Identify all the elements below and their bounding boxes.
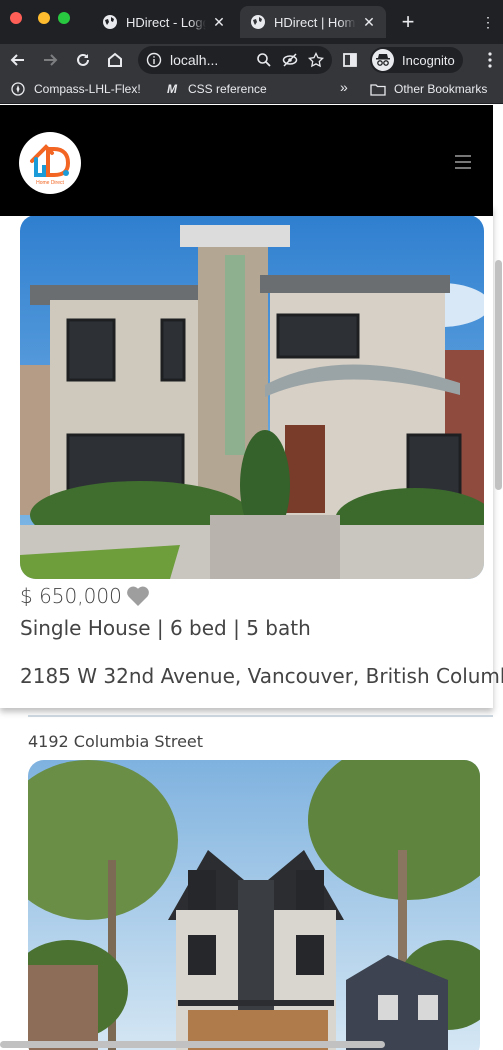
close-tab-icon[interactable]: ✕ — [362, 15, 376, 29]
other-bookmarks-label: Other Bookmarks — [394, 82, 488, 96]
compass-icon — [10, 81, 26, 97]
folder-icon — [370, 81, 386, 97]
tab-search-icon[interactable]: ⋮ — [478, 10, 498, 34]
listing-address: 4192 Columbia Street — [28, 732, 204, 751]
browser-tab-bar: HDirect - Logged ✕ HDirect | Home ✕ + ⋮ — [0, 0, 503, 44]
new-tab-button[interactable]: + — [396, 10, 420, 34]
tab-title: HDirect | Home — [274, 14, 356, 30]
maximize-window-button[interactable] — [58, 12, 70, 24]
reload-button[interactable] — [71, 48, 95, 72]
bookmark-compass[interactable]: Compass-LHL-Flex! — [10, 81, 141, 97]
browser-tab-active[interactable]: HDirect | Home ✕ — [240, 6, 386, 38]
townhouse-photo — [28, 760, 480, 1050]
globe-icon — [251, 15, 265, 29]
minimize-window-button[interactable] — [38, 12, 50, 24]
back-arrow-icon — [10, 54, 24, 66]
bookmark-css-reference[interactable]: M CSS reference — [164, 81, 267, 97]
side-panel-icon — [343, 53, 357, 67]
page-viewport: Home Direct $ 650,000 Single House | 6 b… — [0, 105, 503, 1050]
home-direct-logo[interactable]: Home Direct — [19, 132, 81, 194]
listing-card[interactable]: $ 650,000 Single House | 6 bed | 5 bath … — [0, 205, 503, 708]
home-icon — [108, 52, 122, 67]
listing-price-row: $ 650,000 — [20, 582, 150, 610]
listing-details: Single House | 6 bed | 5 bath — [20, 616, 311, 640]
listing-address: 2185 W 32nd Avenue, Vancouver, British C… — [20, 664, 503, 688]
listing-photo[interactable] — [20, 215, 484, 579]
profile-label: Incognito — [402, 52, 455, 68]
close-tab-icon[interactable]: ✕ — [212, 15, 226, 29]
incognito-icon — [372, 49, 394, 71]
forward-button[interactable] — [38, 48, 62, 72]
bookmarks-overflow-button[interactable]: » — [340, 79, 348, 95]
mdn-icon: M — [167, 82, 177, 96]
listing-price: $ 650,000 — [20, 584, 122, 608]
home-button[interactable] — [103, 48, 127, 72]
browser-toolbar: localh... Incognito — [0, 44, 503, 76]
horizontal-scrollbar-thumb[interactable] — [0, 1041, 385, 1048]
incognito-profile-button[interactable]: Incognito — [370, 47, 463, 73]
globe-icon — [103, 15, 117, 29]
kebab-menu-icon — [488, 52, 492, 68]
tab-title: HDirect - Logged — [126, 14, 206, 30]
browser-tab-inactive[interactable]: HDirect - Logged ✕ — [92, 6, 236, 38]
address-bar[interactable]: localh... — [138, 46, 332, 74]
house-logo-icon: Home Direct — [30, 144, 71, 186]
logo-text: Home Direct — [36, 180, 64, 186]
bookmark-label: Compass-LHL-Flex! — [34, 82, 141, 96]
bookmark-label: CSS reference — [188, 82, 267, 96]
reload-icon — [77, 53, 89, 66]
hamburger-menu-icon[interactable] — [455, 155, 471, 169]
back-button[interactable] — [6, 48, 30, 72]
modern-house-photo — [20, 215, 484, 579]
tracking-protection-eye-icon[interactable] — [282, 52, 298, 68]
browser-menu-button[interactable] — [478, 48, 502, 72]
side-panel-button[interactable] — [338, 48, 362, 72]
address-url: localh... — [170, 52, 219, 68]
bookmarks-bar: Compass-LHL-Flex! M CSS reference » Othe… — [0, 76, 503, 104]
heart-favorite-icon[interactable] — [126, 585, 150, 607]
site-info-icon[interactable] — [146, 52, 162, 68]
listing-divider — [28, 715, 493, 717]
listing-photo[interactable] — [28, 760, 480, 1050]
zoom-icon[interactable] — [256, 52, 272, 68]
other-bookmarks-folder[interactable]: Other Bookmarks — [370, 81, 487, 97]
vertical-scrollbar-thumb[interactable] — [495, 260, 502, 490]
site-header: Home Direct — [0, 105, 493, 216]
close-window-button[interactable] — [10, 12, 22, 24]
bookmark-star-icon[interactable] — [308, 52, 324, 68]
forward-arrow-icon — [44, 54, 58, 66]
